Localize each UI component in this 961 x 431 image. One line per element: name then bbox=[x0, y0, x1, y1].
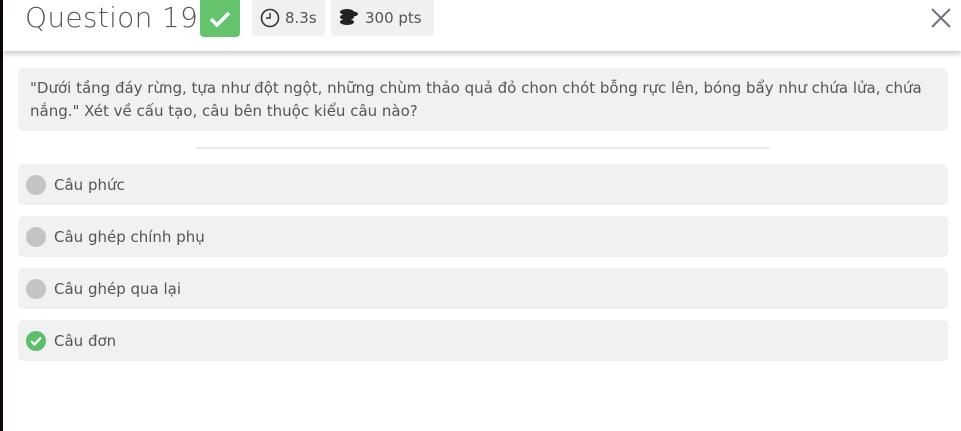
close-button[interactable] bbox=[930, 7, 952, 29]
coins-icon bbox=[340, 9, 358, 25]
divider bbox=[196, 147, 770, 149]
time-value: 8.3s bbox=[285, 9, 317, 27]
option-3[interactable]: Câu ghép qua lại bbox=[18, 268, 948, 309]
option-label: Câu ghép qua lại bbox=[54, 279, 182, 298]
option-4-correct[interactable]: Câu đơn bbox=[18, 320, 948, 361]
option-1[interactable]: Câu phức bbox=[18, 164, 948, 205]
question-text-box: "Dưới tầng đáy rừng, tựa như đột ngột, n… bbox=[18, 68, 948, 131]
question-title: Question 19 bbox=[25, 1, 199, 34]
time-chip: 8.3s bbox=[252, 0, 325, 36]
points-value: 300 pts bbox=[365, 9, 422, 27]
option-2[interactable]: Câu ghép chính phụ bbox=[18, 216, 948, 257]
points-chip: 300 pts bbox=[331, 0, 434, 36]
option-label: Câu đơn bbox=[54, 331, 117, 350]
option-label: Câu ghép chính phụ bbox=[54, 227, 205, 246]
option-label: Câu phức bbox=[54, 175, 125, 194]
correct-badge bbox=[200, 0, 240, 37]
unselected-radio-icon bbox=[26, 226, 46, 247]
correct-check-icon bbox=[26, 330, 46, 351]
clock-icon bbox=[260, 8, 280, 28]
question-text: "Dưới tầng đáy rừng, tựa như đột ngột, n… bbox=[30, 79, 922, 120]
check-icon bbox=[209, 11, 231, 27]
unselected-radio-icon bbox=[26, 278, 46, 299]
question-header: Question 19 8.3s 300 pts bbox=[3, 0, 961, 51]
window-edge bbox=[0, 0, 3, 431]
close-icon bbox=[931, 8, 951, 28]
unselected-radio-icon bbox=[26, 174, 46, 195]
